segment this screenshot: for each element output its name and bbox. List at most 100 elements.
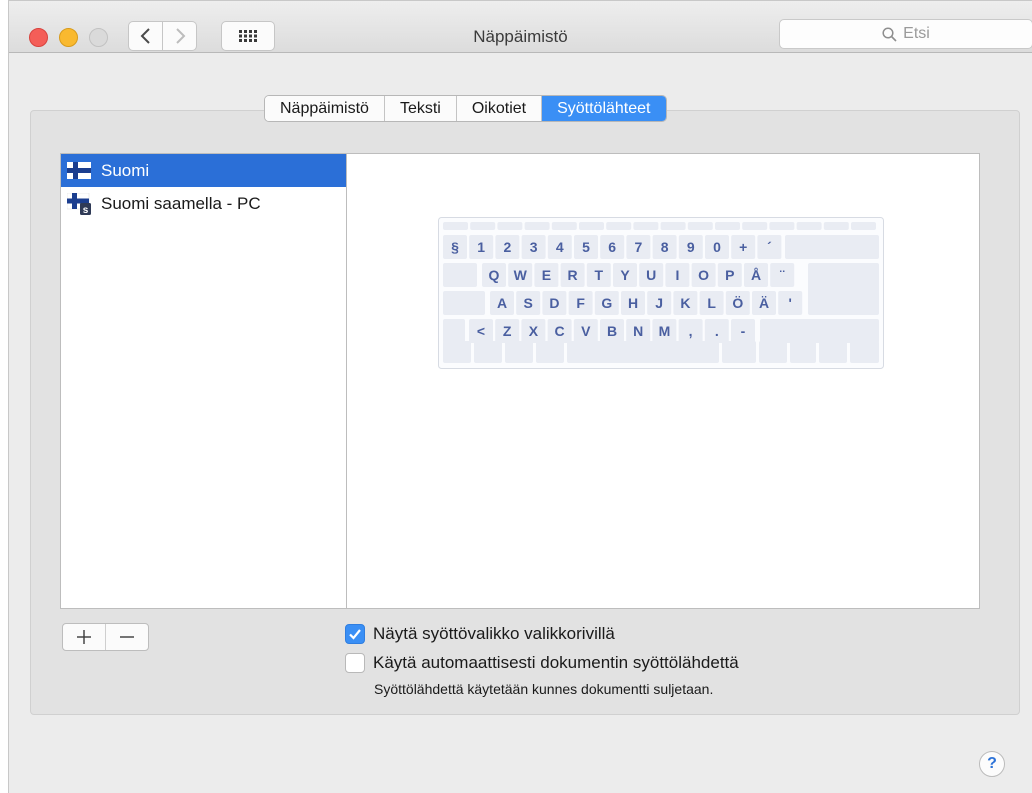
keyboard-key-label: K (680, 295, 690, 311)
shift-right-key (760, 319, 879, 343)
keyboard-key-label: J (655, 295, 663, 311)
function-key (443, 222, 468, 230)
keyboard-key-label: X (529, 323, 539, 339)
tab-nappaimisto[interactable]: Näppäimistö (265, 96, 385, 121)
keyboard-key-label: C (555, 323, 565, 339)
keyboard-key-label: 6 (608, 239, 616, 255)
keyboard-key-label: U (646, 267, 656, 283)
function-key (633, 222, 659, 230)
return-key (808, 263, 879, 315)
shift-left-key (443, 319, 465, 343)
keyboard-key-label: N (633, 323, 643, 339)
keyboard-key-label: . (715, 323, 719, 339)
svg-text:s: s (83, 205, 89, 215)
keyboard-preview: § 1 2 3 4 5 6 7 8 9 0 + ´ Q W E R T Y U I O P Å ¨ A S D F G H J K L Ö Ä ' < Z X… (347, 153, 980, 609)
function-key (687, 222, 713, 230)
checkmark-icon (349, 629, 361, 640)
bottom-row-key (790, 341, 816, 363)
list-item-label: Suomi (101, 160, 150, 180)
keyboard-key-label: ´ (767, 239, 772, 255)
add-input-source-button[interactable] (63, 624, 105, 650)
bottom-row-key (505, 341, 533, 363)
function-key (823, 222, 849, 230)
keyboard-key-label: I (675, 267, 679, 283)
bottom-row-key (443, 341, 471, 363)
keyboard-key-label: Ö (732, 295, 743, 311)
search-field[interactable]: Etsi (779, 19, 1032, 49)
bottom-row-key (759, 341, 787, 363)
tab-oikotiet[interactable]: Oikotiet (456, 96, 543, 121)
bottom-row-key (536, 341, 564, 363)
auto-switch-option[interactable]: Käytä automaattisesti dokumentin syöttöl… (345, 653, 739, 673)
keyboard-key-label: 1 (477, 239, 485, 255)
keyboard-layout-image: § 1 2 3 4 5 6 7 8 9 0 + ´ Q W E R T Y U I O P Å ¨ A S D F G H J K L Ö Ä ' < Z X… (438, 217, 884, 369)
keyboard-key-label: 8 (661, 239, 669, 255)
auto-switch-checkbox[interactable] (345, 653, 365, 673)
keyboard-key-label: W (514, 267, 528, 283)
bottom-row-key (819, 341, 847, 363)
input-source-list[interactable]: Suomi s Suomi saamella - PC (60, 153, 347, 609)
backspace-key (785, 235, 879, 259)
keyboard-key-label: + (739, 239, 747, 255)
add-remove-control (62, 623, 149, 651)
list-item-suomi[interactable]: Suomi (61, 154, 346, 187)
keyboard-key-label: E (542, 267, 551, 283)
function-key (606, 222, 632, 230)
keyboard-key-label: 9 (687, 239, 695, 255)
tab-syottolahteet[interactable]: Syöttölähteet (542, 96, 666, 121)
tab-teksti[interactable]: Teksti (384, 96, 457, 121)
auto-switch-label: Käytä automaattisesti dokumentin syöttöl… (373, 653, 739, 672)
minus-icon (120, 636, 134, 638)
search-icon (882, 26, 897, 42)
function-key (769, 222, 795, 230)
function-key (524, 222, 550, 230)
keyboard-key-label: H (628, 295, 638, 311)
tab-key (443, 263, 477, 287)
show-input-menu-checkbox[interactable] (345, 624, 365, 644)
keyboard-key-label: F (576, 295, 585, 311)
tab-bar: Näppäimistö Teksti Oikotiet Syöttölähtee… (264, 95, 667, 122)
titlebar: Näppäimistö Etsi (9, 1, 1032, 53)
bottom-row-key (850, 341, 879, 363)
keyboard-key-label: Q (489, 267, 500, 283)
keyboard-key-label: 2 (504, 239, 512, 255)
help-button[interactable]: ? (979, 751, 1005, 777)
keyboard-key-label: , (689, 323, 693, 339)
function-key (497, 222, 523, 230)
auto-switch-note: Syöttölähdettä käytetään kunnes dokument… (374, 681, 714, 697)
function-key (551, 222, 577, 230)
function-key (579, 222, 604, 230)
keyboard-key-label: P (725, 267, 734, 283)
keyboard-key-label: G (601, 295, 612, 311)
keyboard-key-label: T (595, 267, 604, 283)
keyboard-key-label: M (659, 323, 671, 339)
bottom-row-key (567, 341, 719, 363)
keyboard-key-label: V (581, 323, 591, 339)
keyboard-key-label: D (549, 295, 559, 311)
search-placeholder: Etsi (903, 25, 930, 42)
keyboard-key-label: Ä (759, 295, 769, 311)
keyboard-key-label: ¨ (780, 267, 785, 283)
keyboard-key-label: < (477, 323, 485, 339)
keyboard-key-label: 3 (530, 239, 538, 255)
keyboard-key-label: R (568, 267, 578, 283)
list-item-label: Suomi saamella - PC (101, 193, 261, 213)
function-key (470, 222, 496, 230)
keyboard-key-label: § (451, 239, 459, 255)
keyboard-key-label: A (497, 295, 507, 311)
keyboard-key-label: Z (503, 323, 512, 339)
function-key (715, 222, 740, 230)
keyboard-key-label: 5 (582, 239, 590, 255)
function-key (796, 222, 822, 230)
plus-icon (77, 630, 91, 644)
keyboard-key-label: Y (620, 267, 630, 283)
function-key (742, 222, 768, 230)
keyboard-key-label: Å (751, 267, 761, 283)
finland-saami-flag-icon: s (67, 192, 91, 215)
list-item-suomi-saamella[interactable]: s Suomi saamella - PC (61, 187, 346, 220)
keyboard-key-label: ' (789, 295, 792, 311)
remove-input-source-button[interactable] (105, 624, 148, 650)
keyboard-key-label: 7 (635, 239, 643, 255)
keyboard-key-label: 0 (713, 239, 721, 255)
show-input-menu-option[interactable]: Näytä syöttövalikko valikkorivillä (345, 624, 615, 644)
